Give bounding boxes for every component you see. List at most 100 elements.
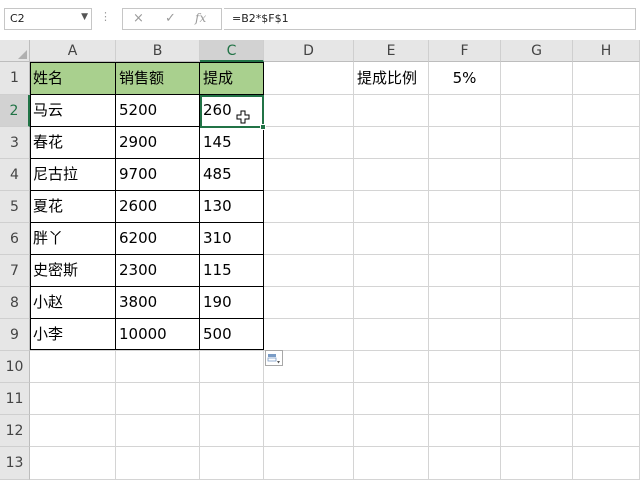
cell-e8[interactable]: [354, 287, 429, 319]
cell-c1[interactable]: 提成: [200, 62, 264, 95]
cell-b10[interactable]: [116, 351, 200, 383]
chevron-down-icon[interactable]: ▼: [81, 12, 88, 22]
row-header-3[interactable]: 3: [0, 127, 30, 159]
column-header-e[interactable]: E: [354, 40, 429, 62]
cell-e13[interactable]: [354, 447, 429, 480]
cell-a12[interactable]: [30, 415, 116, 447]
cell-h9[interactable]: [573, 319, 640, 351]
cell-d6[interactable]: [264, 223, 354, 255]
cell-a9[interactable]: 小李: [30, 319, 116, 351]
cell-g8[interactable]: [501, 287, 573, 319]
cell-g3[interactable]: [501, 127, 573, 159]
cell-e12[interactable]: [354, 415, 429, 447]
cell-g9[interactable]: [501, 319, 573, 351]
cell-b9[interactable]: 10000: [116, 319, 200, 351]
row-header-8[interactable]: 8: [0, 287, 30, 319]
cell-h11[interactable]: [573, 383, 640, 415]
row-header-1[interactable]: 1: [0, 62, 30, 95]
cell-b8[interactable]: 3800: [116, 287, 200, 319]
cell-g4[interactable]: [501, 159, 573, 191]
row-header-6[interactable]: 6: [0, 223, 30, 255]
cell-c5[interactable]: 130: [200, 191, 264, 223]
cell-d7[interactable]: [264, 255, 354, 287]
cell-d4[interactable]: [264, 159, 354, 191]
cell-a11[interactable]: [30, 383, 116, 415]
cell-f3[interactable]: [429, 127, 501, 159]
cell-c2[interactable]: 260: [200, 95, 264, 127]
row-header-13[interactable]: 13: [0, 447, 30, 480]
row-header-5[interactable]: 5: [0, 191, 30, 223]
cell-d1[interactable]: [264, 62, 354, 95]
column-header-c[interactable]: C: [200, 40, 264, 62]
cell-e1[interactable]: 提成比例: [354, 62, 429, 95]
cell-d5[interactable]: [264, 191, 354, 223]
cell-c8[interactable]: 190: [200, 287, 264, 319]
cell-f8[interactable]: [429, 287, 501, 319]
cell-h5[interactable]: [573, 191, 640, 223]
cell-f11[interactable]: [429, 383, 501, 415]
cell-e5[interactable]: [354, 191, 429, 223]
cell-c7[interactable]: 115: [200, 255, 264, 287]
cell-a1[interactable]: 姓名: [30, 62, 116, 95]
cell-d2[interactable]: [264, 95, 354, 127]
column-header-f[interactable]: F: [429, 40, 501, 62]
cell-h10[interactable]: [573, 351, 640, 383]
cell-b6[interactable]: 6200: [116, 223, 200, 255]
cell-e6[interactable]: [354, 223, 429, 255]
cell-c10[interactable]: [200, 351, 264, 383]
column-header-h[interactable]: H: [573, 40, 640, 62]
cell-h1[interactable]: [573, 62, 640, 95]
cell-e9[interactable]: [354, 319, 429, 351]
cell-a13[interactable]: [30, 447, 116, 480]
enter-icon[interactable]: ✓: [165, 11, 176, 26]
cell-g13[interactable]: [501, 447, 573, 480]
cell-a8[interactable]: 小赵: [30, 287, 116, 319]
select-all-button[interactable]: [0, 40, 30, 62]
row-header-11[interactable]: 11: [0, 383, 30, 415]
cell-h8[interactable]: [573, 287, 640, 319]
cell-d12[interactable]: [264, 415, 354, 447]
cell-a4[interactable]: 尼古拉: [30, 159, 116, 191]
cell-b7[interactable]: 2300: [116, 255, 200, 287]
cell-d3[interactable]: [264, 127, 354, 159]
cell-b1[interactable]: 销售额: [116, 62, 200, 95]
cell-d13[interactable]: [264, 447, 354, 480]
cell-h12[interactable]: [573, 415, 640, 447]
cell-f13[interactable]: [429, 447, 501, 480]
cell-f5[interactable]: [429, 191, 501, 223]
cell-g7[interactable]: [501, 255, 573, 287]
cell-h4[interactable]: [573, 159, 640, 191]
cell-g12[interactable]: [501, 415, 573, 447]
cell-d9[interactable]: [264, 319, 354, 351]
cell-c3[interactable]: 145: [200, 127, 264, 159]
cell-e10[interactable]: [354, 351, 429, 383]
cell-h7[interactable]: [573, 255, 640, 287]
cell-g2[interactable]: [501, 95, 573, 127]
fill-handle[interactable]: [260, 124, 266, 130]
cell-b5[interactable]: 2600: [116, 191, 200, 223]
insert-function-icon[interactable]: fx: [195, 11, 206, 25]
cell-a3[interactable]: 春花: [30, 127, 116, 159]
cell-d11[interactable]: [264, 383, 354, 415]
cell-f12[interactable]: [429, 415, 501, 447]
cell-h6[interactable]: [573, 223, 640, 255]
cell-h2[interactable]: [573, 95, 640, 127]
column-header-a[interactable]: A: [30, 40, 116, 62]
column-header-b[interactable]: B: [116, 40, 200, 62]
more-options-icon[interactable]: ⋮: [100, 10, 111, 23]
cell-a5[interactable]: 夏花: [30, 191, 116, 223]
row-header-10[interactable]: 10: [0, 351, 30, 383]
auto-fill-options-button[interactable]: [265, 350, 283, 366]
cell-e11[interactable]: [354, 383, 429, 415]
cell-f6[interactable]: [429, 223, 501, 255]
cell-b13[interactable]: [116, 447, 200, 480]
cell-b12[interactable]: [116, 415, 200, 447]
row-header-7[interactable]: 7: [0, 255, 30, 287]
cell-f9[interactable]: [429, 319, 501, 351]
cell-f10[interactable]: [429, 351, 501, 383]
cell-e2[interactable]: [354, 95, 429, 127]
cell-a10[interactable]: [30, 351, 116, 383]
cell-f2[interactable]: [429, 95, 501, 127]
column-header-g[interactable]: G: [501, 40, 573, 62]
cell-c11[interactable]: [200, 383, 264, 415]
